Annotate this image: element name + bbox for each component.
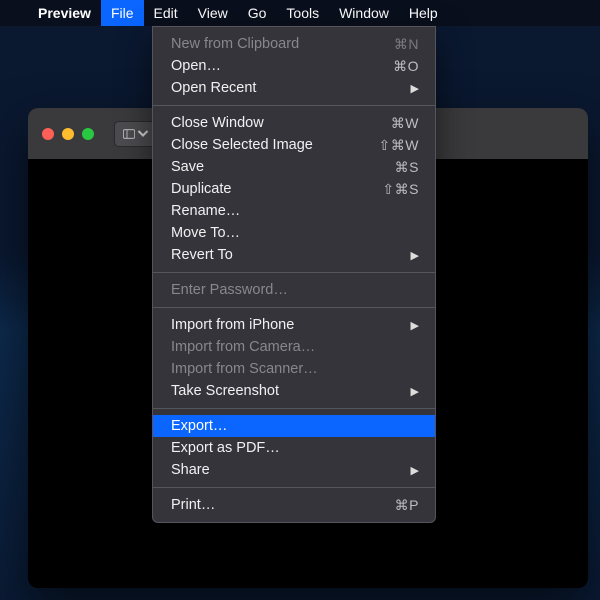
menu-item-label: Import from iPhone [171,317,411,333]
menu-item-save[interactable]: Save⌘S [153,156,435,178]
menu-item-label: Export as PDF… [171,440,419,456]
menu-item-label: Open… [171,58,393,74]
menu-item-open-recent[interactable]: Open Recent▶ [153,77,435,99]
menu-item-export-as-pdf[interactable]: Export as PDF… [153,437,435,459]
menubar-item-file[interactable]: File [101,0,144,26]
menu-separator [153,105,435,106]
menu-item-label: Enter Password… [171,282,419,298]
window-traffic-lights [42,128,94,140]
file-menu-dropdown: New from Clipboard⌘NOpen…⌘OOpen Recent▶C… [152,26,436,523]
submenu-arrow-icon: ▶ [411,319,419,332]
menubar-item-go[interactable]: Go [238,0,277,26]
menubar-item-view[interactable]: View [188,0,238,26]
menubar-item-tools[interactable]: Tools [276,0,329,26]
menu-separator [153,272,435,273]
menu-item-open[interactable]: Open…⌘O [153,55,435,77]
menu-item-shortcut: ⇧⌘S [382,181,419,198]
menu-item-label: Duplicate [171,181,382,197]
submenu-arrow-icon: ▶ [411,249,419,262]
menu-item-new-from-clipboard: New from Clipboard⌘N [153,33,435,55]
menu-item-shortcut: ⇧⌘W [379,137,419,154]
menu-item-label: Import from Camera… [171,339,419,355]
menubar-item-window[interactable]: Window [329,0,399,26]
submenu-arrow-icon: ▶ [411,82,419,95]
menu-item-enter-password: Enter Password… [153,279,435,301]
chevron-down-icon [137,127,149,141]
menu-item-close-selected-image[interactable]: Close Selected Image⇧⌘W [153,134,435,156]
menu-separator [153,487,435,488]
window-zoom-button[interactable] [82,128,94,140]
menu-item-label: Share [171,462,411,478]
menu-item-import-from-iphone[interactable]: Import from iPhone▶ [153,314,435,336]
menubar: Preview FileEditViewGoToolsWindowHelp [0,0,600,26]
menu-item-print[interactable]: Print…⌘P [153,494,435,516]
window-minimize-button[interactable] [62,128,74,140]
menu-separator [153,307,435,308]
menu-item-duplicate[interactable]: Duplicate⇧⌘S [153,178,435,200]
menu-item-label: Revert To [171,247,411,263]
menu-item-import-from-camera: Import from Camera… [153,336,435,358]
menu-item-label: New from Clipboard [171,36,394,52]
menu-item-take-screenshot[interactable]: Take Screenshot▶ [153,380,435,402]
menu-item-label: Close Window [171,115,391,131]
menu-item-move-to[interactable]: Move To… [153,222,435,244]
menu-item-label: Take Screenshot [171,383,411,399]
menu-item-label: Import from Scanner… [171,361,419,377]
sidebar-icon [123,127,135,141]
menu-item-label: Print… [171,497,395,513]
menu-item-revert-to[interactable]: Revert To▶ [153,244,435,266]
menu-item-label: Close Selected Image [171,137,379,153]
menu-separator [153,408,435,409]
menu-item-shortcut: ⌘N [394,36,419,53]
app-name[interactable]: Preview [28,0,101,26]
menu-item-export[interactable]: Export… [153,415,435,437]
submenu-arrow-icon: ▶ [411,385,419,398]
menu-item-shortcut: ⌘W [391,115,419,132]
menubar-item-edit[interactable]: Edit [144,0,188,26]
menu-item-rename[interactable]: Rename… [153,200,435,222]
menu-item-shortcut: ⌘O [393,58,419,75]
menu-item-label: Rename… [171,203,419,219]
menu-item-close-window[interactable]: Close Window⌘W [153,112,435,134]
menu-item-shortcut: ⌘P [395,497,419,514]
menubar-item-help[interactable]: Help [399,0,448,26]
menu-item-label: Open Recent [171,80,411,96]
window-close-button[interactable] [42,128,54,140]
menu-item-label: Move To… [171,225,419,241]
menu-item-label: Export… [171,418,419,434]
menu-item-shortcut: ⌘S [395,159,419,176]
menu-item-import-from-scanner: Import from Scanner… [153,358,435,380]
menu-item-share[interactable]: Share▶ [153,459,435,481]
menu-item-label: Save [171,159,395,175]
submenu-arrow-icon: ▶ [411,464,419,477]
